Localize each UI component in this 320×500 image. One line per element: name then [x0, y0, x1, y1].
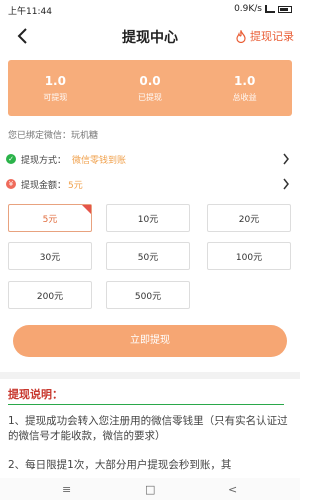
amount-option-label: 20元: [238, 214, 260, 225]
amount-option-200[interactable]: 200元: [8, 281, 92, 309]
stat-value: 1.0: [44, 74, 66, 88]
section-divider: [0, 372, 300, 379]
amount-option-100[interactable]: 100元: [207, 242, 291, 270]
explain-title: 提现说明：: [8, 388, 63, 401]
amount-option-20[interactable]: 20元: [207, 204, 291, 232]
method-value: 微信零钱到账: [72, 155, 127, 166]
status-indicators: 0.9K/s: [234, 4, 292, 14]
amount-option-10[interactable]: 10元: [106, 204, 190, 232]
header: 提现中心 提现记录: [0, 22, 300, 50]
menu-icon[interactable]: ≡: [62, 483, 71, 496]
back-nav-icon[interactable]: <: [228, 483, 237, 496]
selected-corner-badge: [82, 205, 91, 214]
amount-value: 5元: [68, 180, 83, 191]
stat-label: 可提现: [43, 93, 68, 102]
stat-label: 总收益: [232, 93, 257, 102]
explain-note-1: 1、提现成功会转入您注册用的微信零钱里（只有实名认证过的微信号才能收款，微信的要…: [8, 415, 288, 442]
system-nav-bar: ≡ □ <: [0, 478, 300, 500]
chevron-right-icon: [282, 153, 290, 165]
stat-value: 1.0: [234, 74, 256, 88]
amount-option-label: 10元: [137, 214, 159, 225]
balance-summary-card: 1.0 可提现 0.0 已提现 1.0 总收益: [8, 60, 292, 116]
withdraw-amount-row[interactable]: ¥ 提现金额： 5元: [6, 175, 294, 193]
battery-icon: [278, 5, 292, 13]
amount-option-label: 200元: [36, 291, 64, 302]
amount-option-5[interactable]: 5元: [8, 204, 92, 232]
check-icon: ✓: [6, 154, 16, 164]
withdraw-now-button[interactable]: 立即提现: [13, 325, 287, 357]
amount-option-label: 30元: [39, 252, 61, 263]
status-bar: 上午11:44 0.9K/s: [0, 0, 300, 18]
records-label: 提现记录: [250, 30, 294, 43]
amount-option-label: 100元: [235, 252, 263, 263]
flame-icon: [236, 29, 246, 43]
signal-icon: [265, 5, 275, 13]
amount-option-30[interactable]: 30元: [8, 242, 92, 270]
method-label: 提现方式：: [21, 155, 67, 166]
amount-option-label: 50元: [137, 252, 159, 263]
bound-wechat-text: 您已绑定微信：玩机糖: [8, 131, 99, 141]
amount-option-label: 500元: [134, 291, 162, 302]
explain-note-2: 2、每日限提1次，大部分用户提现会秒到账，其: [8, 459, 232, 471]
amount-label: 提现金额：: [21, 180, 67, 191]
stat-total-earnings: 1.0 总收益: [197, 60, 292, 116]
stat-value: 0.0: [139, 74, 161, 88]
amount-option-500[interactable]: 500元: [106, 281, 190, 309]
home-icon[interactable]: □: [145, 483, 155, 496]
explain-underline: [8, 404, 284, 405]
stat-withdrawn: 0.0 已提现: [103, 60, 198, 116]
withdraw-method-row[interactable]: ✓ 提现方式： 微信零钱到账: [6, 150, 294, 168]
amount-option-label: 5元: [42, 214, 58, 225]
status-time: 上午11:44: [8, 7, 52, 17]
amount-option-50[interactable]: 50元: [106, 242, 190, 270]
chevron-right-icon: [282, 178, 290, 190]
coin-icon: ¥: [6, 179, 16, 189]
stat-label: 已提现: [138, 93, 162, 102]
network-speed: 0.9K/s: [234, 4, 262, 14]
withdraw-records-link[interactable]: 提现记录: [235, 28, 294, 44]
stat-withdrawable: 1.0 可提现: [8, 60, 103, 116]
